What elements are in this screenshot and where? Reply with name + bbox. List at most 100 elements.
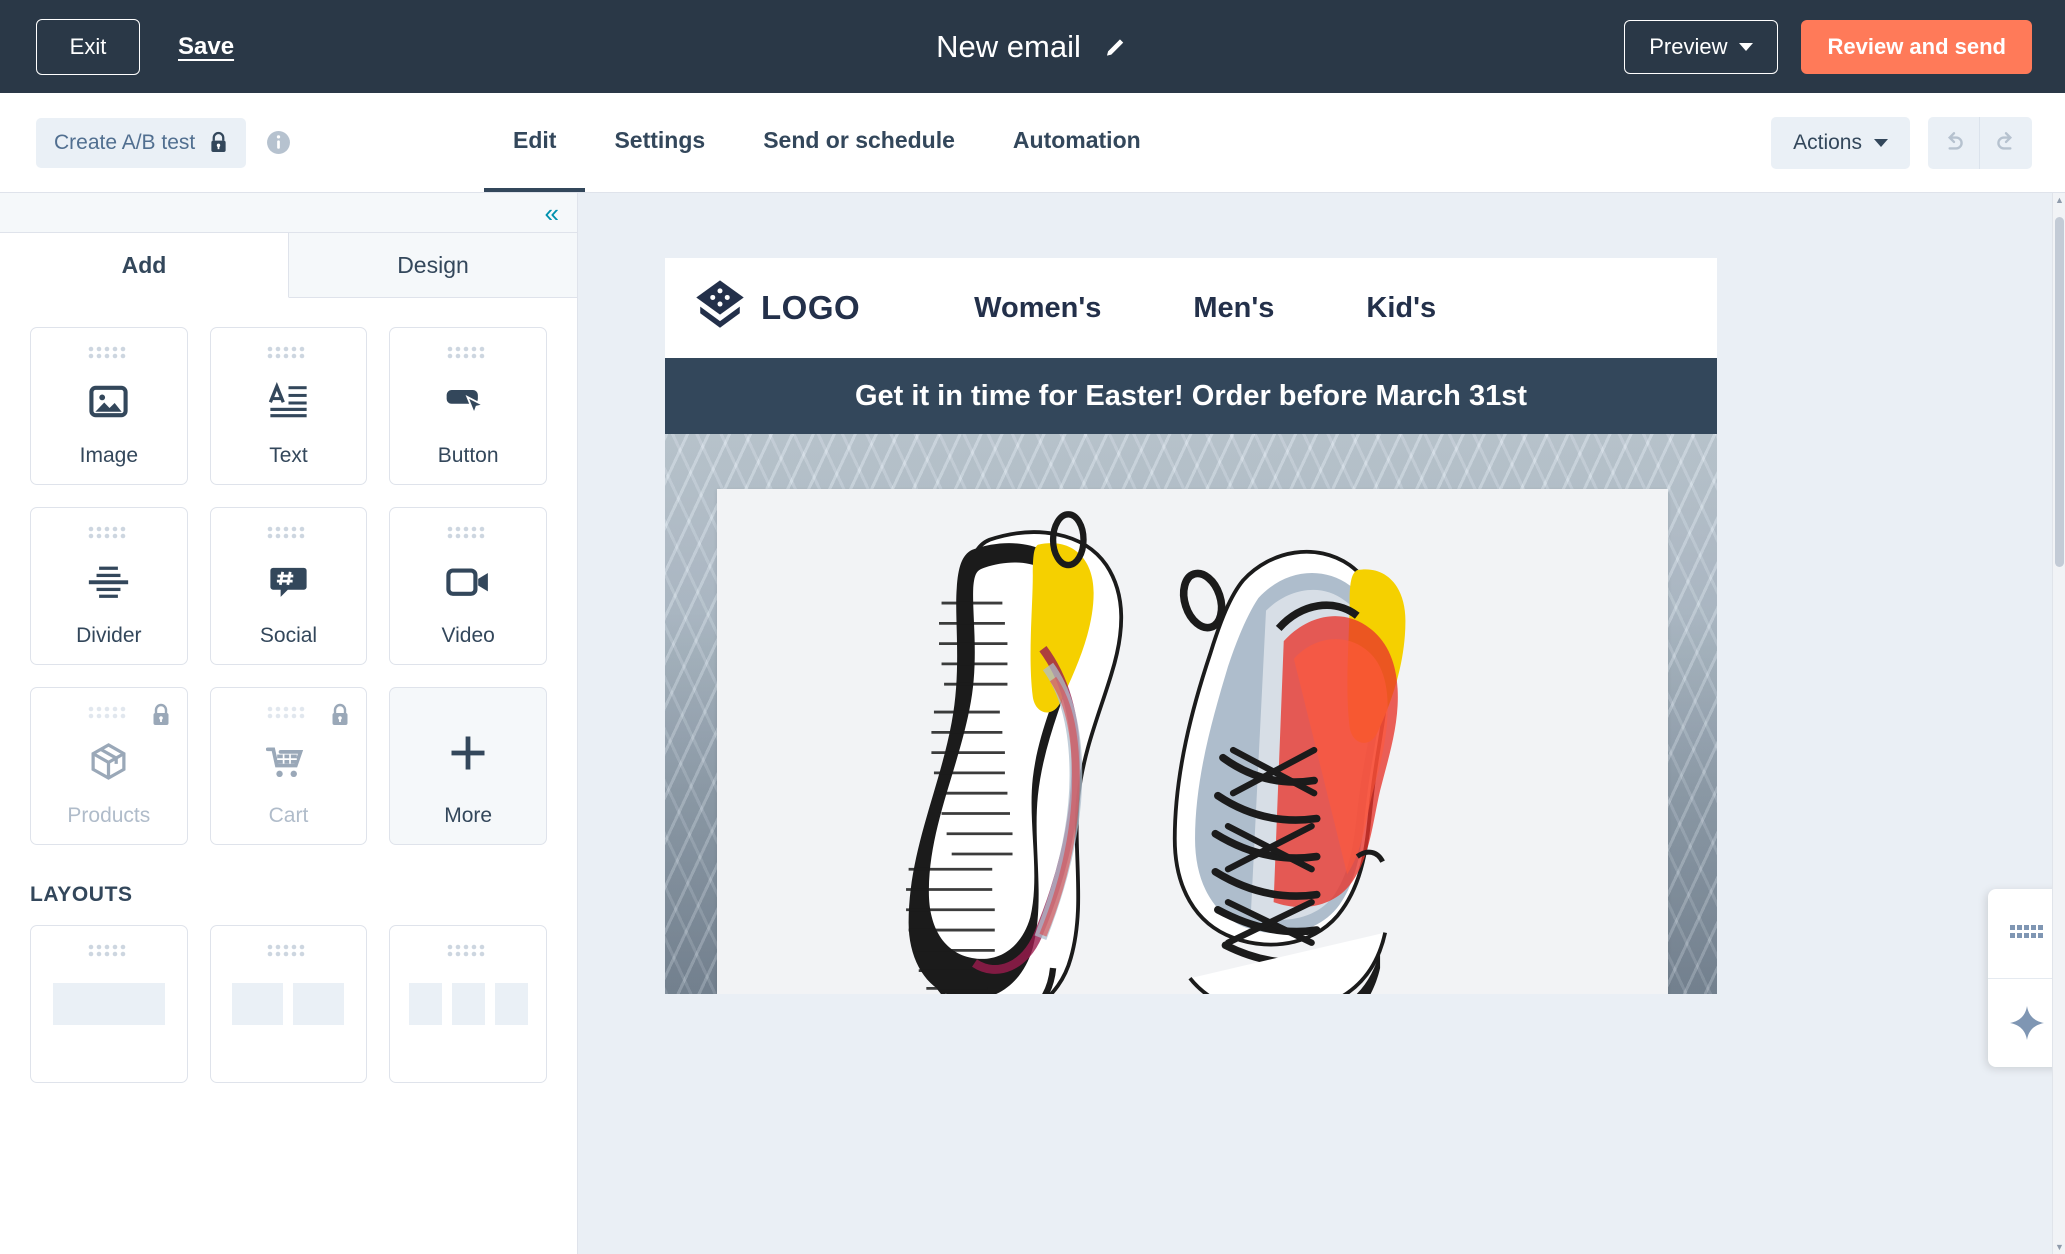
image-icon [88,359,129,444]
pencil-icon[interactable] [1103,34,1129,60]
block-products: Products [30,687,188,845]
actions-label: Actions [1793,130,1862,154]
preview-label: Preview [1649,33,1728,59]
actions-button[interactable]: Actions [1771,116,1910,169]
left-panel: « Add Design Image Text Button Divider S… [0,193,578,1254]
layout-one-column[interactable] [30,925,188,1083]
block-more[interactable]: More [389,687,547,845]
drag-handle-icon [268,526,305,539]
drag-handle-icon [88,526,126,539]
block-video[interactable]: Video [389,507,547,665]
tab-send-or-schedule[interactable]: Send or schedule [734,93,984,192]
ai-sparkle-icon [2009,1006,2044,1040]
save-link[interactable]: Save [178,33,234,61]
email-hero-section[interactable] [665,434,1717,994]
block-divider[interactable]: Divider [30,507,188,665]
email-nav: Women's Men's Kid's [928,292,1482,325]
drag-handle-icon [88,944,126,957]
email-canvas: LOGO Women's Men's Kid's Get it in time … [578,193,2065,1254]
tab-edit[interactable]: Edit [484,93,586,192]
drag-handle-icon [88,706,126,719]
canvas-scrollbar[interactable]: ▲ ▼ [2052,193,2065,1254]
block-label: Products [67,804,151,827]
redo-icon [1997,131,2013,150]
layout-preview [52,983,165,1025]
drag-handle-icon [268,944,305,957]
tab-settings[interactable]: Settings [585,93,734,192]
block-palette: Image Text Button Divider Social Video P… [30,327,547,845]
review-and-send-button[interactable]: Review and send [1801,19,2032,74]
block-label: Text [269,444,308,467]
box-icon [88,719,129,804]
email-nav-mens[interactable]: Men's [1147,292,1320,325]
panel-content: Image Text Button Divider Social Video P… [0,298,577,1254]
collapse-panel-button[interactable]: « [0,193,577,233]
preview-button[interactable]: Preview [1624,19,1779,74]
layout-palette [30,925,547,1083]
video-icon [446,539,491,624]
social-icon [268,539,309,624]
undo-redo-group [1928,116,2032,169]
create-ab-test-button[interactable]: Create A/B test [36,117,247,168]
text-icon [268,359,309,444]
layout-three-column[interactable] [389,925,547,1083]
editor-nav-actions: Actions [1771,116,2032,169]
chevron-down-icon [1874,138,1888,147]
layout-preview [408,983,528,1025]
running-shoes-illustration [906,511,1406,994]
tab-add[interactable]: Add [0,233,289,298]
panel-tabs: Add Design [0,233,577,298]
scroll-down-arrow[interactable]: ▼ [2053,1240,2065,1254]
layout-two-column[interactable] [209,925,368,1083]
block-label: More [444,804,493,827]
chevron-down-icon [1739,42,1754,51]
plus-icon [446,702,490,804]
block-text[interactable]: Text [209,327,368,485]
scrollbar-thumb[interactable] [2055,217,2064,567]
block-label: Social [259,624,318,647]
diamond-layers-logo-icon [696,280,744,328]
promo-banner-text: Get it in time for Easter! Order before … [854,379,1527,412]
redo-button[interactable] [1980,116,2032,169]
create-ab-test-label: Create A/B test [54,130,196,154]
undo-button[interactable] [1928,116,1980,169]
email-nav-kids[interactable]: Kid's [1320,292,1482,325]
drag-handle-icon [88,346,126,359]
exit-button[interactable]: Exit [36,18,140,75]
block-label: Video [441,624,495,647]
drag-handle-icon [447,526,485,539]
editor-body: « Add Design Image Text Button Divider S… [0,193,2065,1254]
divider-icon [88,539,129,624]
email-promo-banner[interactable]: Get it in time for Easter! Order before … [665,358,1717,434]
double-chevron-left-icon: « [544,197,559,228]
drag-handle-icon [268,706,305,719]
block-label: Button [437,444,499,467]
block-social[interactable]: Social [209,507,368,665]
logo-text: LOGO [761,289,861,326]
top-bar-actions: Preview Review and send [1624,19,2032,74]
drag-handle-icon [447,346,485,359]
block-image[interactable]: Image [30,327,188,485]
block-label: Image [79,444,139,467]
email-logo[interactable]: LOGO [692,279,860,337]
block-cart: Cart [209,687,368,845]
undo-icon [1947,131,1963,150]
email-title-group: New email [936,29,1129,65]
block-label: Cart [268,804,309,827]
drag-handle-icon [447,944,485,957]
layout-preview [232,983,345,1025]
page-title: New email [936,28,1081,64]
scroll-up-arrow[interactable]: ▲ [2053,193,2065,207]
block-button[interactable]: Button [389,327,547,485]
lock-icon [209,131,228,154]
email-header: LOGO Women's Men's Kid's [665,258,1717,358]
email-nav-womens[interactable]: Women's [928,292,1147,325]
tab-design[interactable]: Design [289,233,577,298]
drag-handle-icon [268,346,305,359]
tab-automation[interactable]: Automation [984,93,1170,192]
lock-icon [330,703,350,732]
button-icon [445,359,491,444]
top-bar: Exit Save New email Preview Review and s… [0,0,2065,93]
info-icon[interactable] [246,130,291,155]
editor-nav-bar: Create A/B test Edit Settings Send or sc… [0,93,2065,193]
